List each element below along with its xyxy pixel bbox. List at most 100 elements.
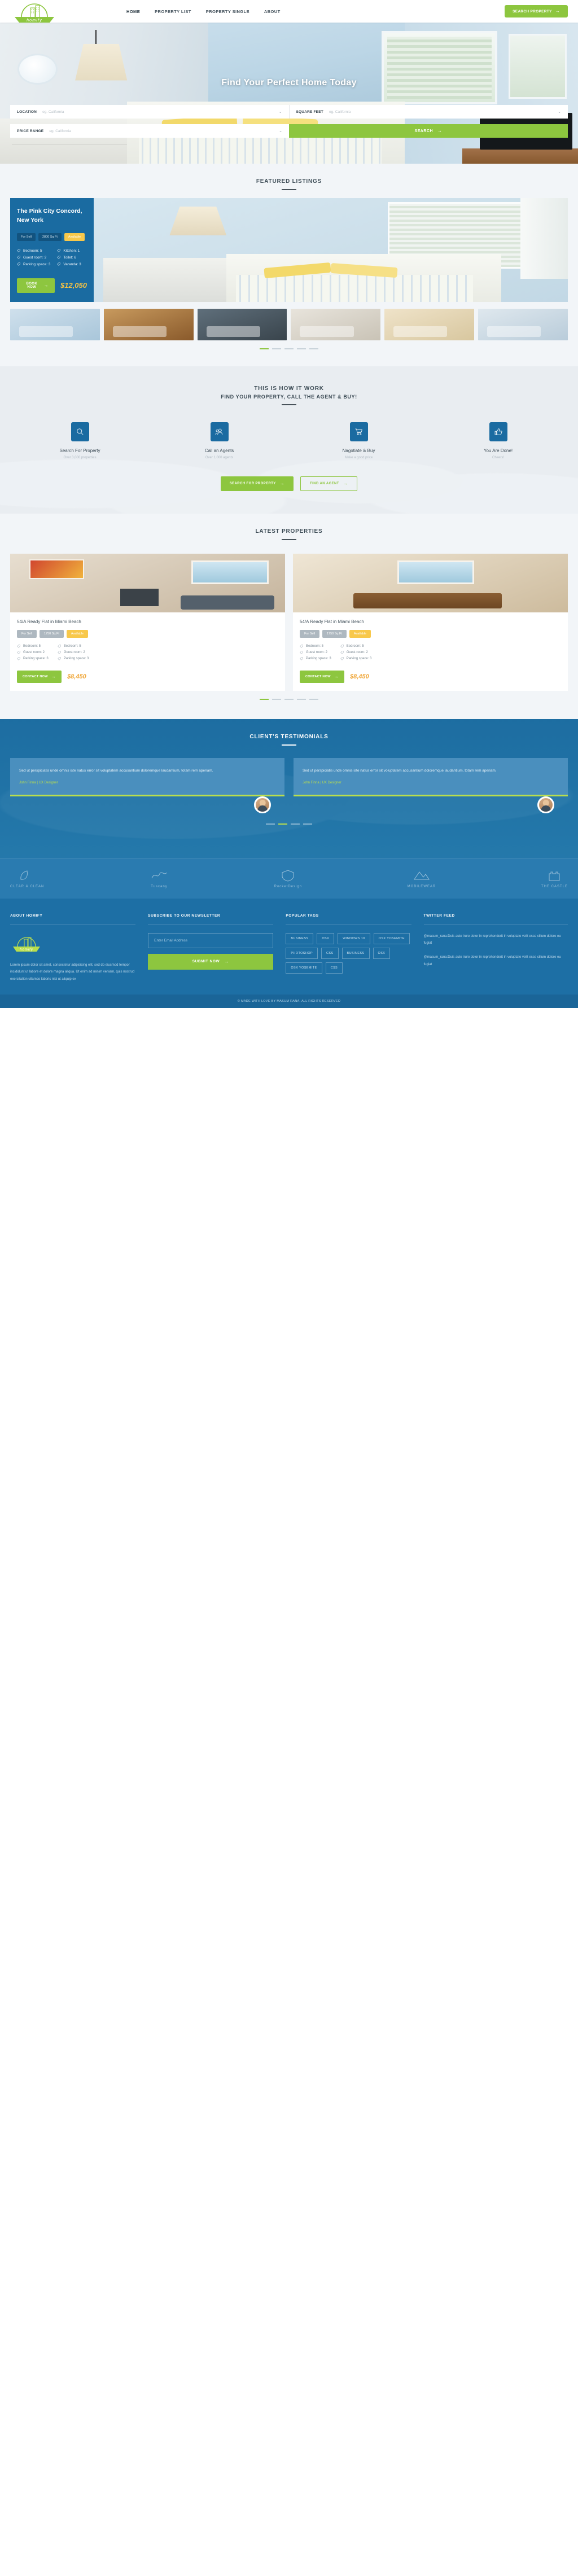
featured-section: FEATURED LISTINGS The Pink City Concord,… — [0, 164, 578, 366]
main-nav: HOME PROPERTY LIST PROPERTY SINGLE ABOUT — [126, 9, 281, 14]
logo-icon: homify — [15, 3, 54, 23]
featured-thumbnail-strip — [10, 308, 568, 340]
how-it-works-steps: Search For Property Over 3,000 propertie… — [10, 422, 568, 459]
nav-item-home[interactable]: HOME — [126, 9, 140, 14]
carousel-dot[interactable] — [272, 698, 281, 700]
tag-item[interactable]: CSS — [321, 947, 339, 959]
how-it-works-actions: SEARCH FOR PROPERTY → FIND AN AGENT → — [10, 476, 568, 491]
latest-properties-cards: 54/A Ready Flat in Miami Beach For Sell … — [10, 553, 568, 691]
tag-item[interactable]: WINDOWS 10 — [338, 932, 370, 944]
spec-item: Guest room: 2 — [340, 651, 372, 654]
carousel-dot[interactable] — [260, 698, 269, 700]
hero-search-submit-button[interactable]: SEARCH → — [289, 124, 568, 138]
latest-properties-title: LATEST PROPERTIES — [255, 528, 323, 535]
spec-item: Bedroom: 5 — [300, 645, 331, 648]
leaf-icon — [20, 870, 28, 880]
step-you-are-done: You Are Done! Cheers! — [428, 422, 568, 459]
step-title: Call an Agents — [204, 448, 234, 453]
thumbnail-item[interactable] — [478, 308, 568, 340]
thumbnail-item[interactable] — [384, 308, 475, 340]
footer-twitter-column: TWITTER FEED @masum_rana:Duis aute irure… — [423, 913, 568, 983]
carousel-dot[interactable] — [272, 348, 281, 349]
brand-logo-item[interactable]: RocketDesign — [274, 869, 302, 888]
nav-item-property-list[interactable]: PROPERTY LIST — [155, 9, 191, 14]
footer-logo[interactable]: homify — [10, 933, 43, 955]
newsletter-email-input[interactable] — [148, 932, 274, 948]
tag-item[interactable]: OSX — [373, 947, 391, 959]
specs-column-left: Bedroom: 5 Guest room: 2 Parking space: … — [17, 249, 50, 269]
header-search-property-button[interactable]: SEARCH PROPERTY → — [505, 5, 568, 17]
chip-for-sell: For Sell — [17, 233, 36, 241]
specs-column-right: Bedroom: 5 Guest room: 2 Parking space: … — [57, 645, 89, 663]
featured-listing-card[interactable]: The Pink City Concord, New York For Sell… — [10, 198, 568, 302]
square-feet-field[interactable]: SQUARE FEET eg. California ⌄ — [288, 105, 568, 119]
chip-for-sell: For Sell — [17, 629, 37, 638]
nav-item-property-single[interactable]: PROPERTY SINGLE — [206, 9, 249, 14]
brand-name: RocketDesign — [274, 884, 302, 888]
site-header: homify HOME PROPERTY LIST PROPERTY SINGL… — [0, 0, 578, 23]
location-field[interactable]: LOCATION eg. California ⌄ — [10, 105, 289, 119]
tag-icon — [17, 256, 20, 259]
contact-now-button[interactable]: CONTACT NOW → — [17, 670, 62, 683]
testimonial-quote: Sed ut perspiciatis unde omnis iste natu… — [19, 768, 213, 773]
contact-now-button[interactable]: CONTACT NOW → — [300, 670, 345, 683]
page-root: homify HOME PROPERTY LIST PROPERTY SINGL… — [0, 0, 578, 1008]
footer-tags-heading: POPULAR TAGS — [286, 913, 319, 918]
property-card[interactable]: 54/A Ready Flat in Miami Beach For Sell … — [293, 553, 568, 691]
newsletter-submit-button[interactable]: SUBMIT NOW → — [148, 953, 274, 970]
spec-item: Bedroom: 5 — [17, 249, 50, 253]
spec-item: Parking space: 3 — [17, 262, 50, 266]
tag-item[interactable]: OSX YOSEMITE — [286, 962, 322, 974]
featured-listing-specs: Bedroom: 5 Guest room: 2 Parking space: … — [17, 249, 87, 269]
tag-item[interactable]: OSX YOSEMITE — [373, 932, 410, 944]
carousel-dot[interactable] — [303, 823, 312, 825]
thumbnail-item[interactable] — [291, 308, 381, 340]
brand-name: CLEAR & CLEAN — [10, 884, 45, 888]
testimonial-author: John Finna | UX Designer — [19, 781, 58, 785]
thumbnail-item[interactable] — [103, 308, 194, 340]
thumbnail-item[interactable] — [197, 308, 287, 340]
logo-homify[interactable]: homify — [10, 0, 59, 23]
carousel-dot[interactable] — [297, 348, 306, 349]
hero-title: Find Your Perfect Home Today — [221, 78, 357, 87]
carousel-dot[interactable] — [291, 823, 300, 825]
spec-item: Bedroom: 5 — [17, 645, 49, 648]
brand-logo-item[interactable]: MOBILEWEAR — [408, 869, 436, 888]
thumbnail-item[interactable] — [10, 308, 100, 340]
spec-item: Guest room: 2 — [300, 651, 331, 654]
carousel-dot[interactable] — [266, 823, 275, 825]
carousel-dot[interactable] — [278, 823, 287, 825]
carousel-dot[interactable] — [297, 698, 306, 700]
carousel-dot[interactable] — [260, 348, 269, 349]
price-range-field[interactable]: PRICE RANGE eg. California ⌄ — [10, 124, 289, 138]
carousel-dot[interactable] — [284, 348, 294, 349]
chip-availability: Available — [66, 629, 89, 638]
brand-logo-item[interactable]: CLEAR & CLEAN — [10, 869, 44, 888]
brand-logo-item[interactable]: Tuscany — [150, 869, 169, 888]
contact-now-label: CONTACT NOW — [305, 674, 331, 678]
testimonial-card: Sed ut perspiciatis unde omnis iste natu… — [10, 757, 284, 813]
search-for-property-button[interactable]: SEARCH FOR PROPERTY → — [220, 476, 294, 491]
avatar — [254, 796, 271, 813]
carousel-dot[interactable] — [309, 698, 318, 700]
tag-icon — [57, 656, 61, 660]
find-an-agent-button[interactable]: FIND AN AGENT → — [300, 476, 358, 491]
tag-item[interactable]: BUSINESS — [341, 947, 370, 959]
cart-icon — [349, 422, 368, 441]
step-subtitle: Cheers! — [492, 455, 504, 459]
carousel-dot[interactable] — [284, 698, 294, 700]
tag-item[interactable]: BUSINESS — [286, 932, 314, 944]
chip-square-feet: 2800 Sq Ft — [38, 233, 62, 241]
shield-icon — [282, 869, 294, 882]
carousel-dot[interactable] — [309, 348, 318, 349]
nav-item-about[interactable]: ABOUT — [264, 9, 281, 14]
brand-logo-item[interactable]: THE CASTLE — [541, 869, 568, 888]
featured-title: FEATURED LISTINGS — [256, 178, 322, 185]
tag-item[interactable]: PHOTOSHOP — [286, 947, 318, 959]
tag-item[interactable]: OSX — [317, 932, 335, 944]
property-card[interactable]: 54/A Ready Flat in Miami Beach For Sell … — [10, 553, 285, 691]
book-now-button[interactable]: BOOK NOW → — [17, 278, 55, 293]
property-card-specs: Bedroom: 5 Guest room: 2 Parking space: … — [17, 645, 278, 663]
price-range-placeholder: eg. California — [49, 129, 71, 133]
tag-item[interactable]: CSS — [325, 962, 343, 974]
